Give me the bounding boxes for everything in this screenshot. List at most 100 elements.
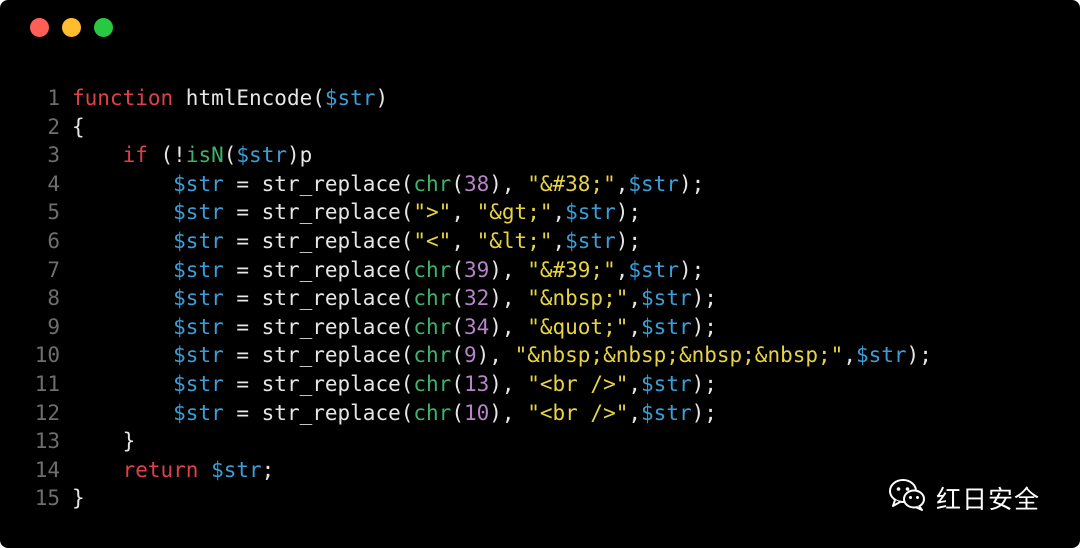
close-button[interactable] bbox=[30, 18, 49, 37]
code-token-plain: ), bbox=[489, 314, 528, 339]
code-token-builtin: chr bbox=[413, 171, 452, 196]
code-token-plain: ( bbox=[223, 143, 237, 168]
code-token-variable: $str bbox=[641, 314, 692, 339]
code-text: $str = str_replace(chr(38), "&#38;",$str… bbox=[72, 170, 704, 199]
window-controls bbox=[30, 18, 113, 37]
code-token-plain: ); bbox=[691, 400, 717, 425]
code-token-plain: = str_replace( bbox=[223, 286, 414, 311]
code-line: 5 $str = str_replace(">", "&gt;",$str); bbox=[0, 198, 1080, 227]
code-token-plain: ( bbox=[451, 171, 464, 196]
code-token-builtin: chr bbox=[413, 400, 452, 425]
code-token-plain: ; bbox=[261, 457, 275, 482]
code-token-string: "<br />" bbox=[527, 400, 629, 425]
code-token-variable: $str bbox=[173, 228, 224, 253]
code-token-number: 38 bbox=[463, 171, 490, 196]
code-token-builtin: chr bbox=[413, 343, 452, 368]
code-token-keyword: return bbox=[122, 457, 199, 482]
code-token-plain: (! bbox=[147, 143, 186, 168]
code-token-string: "&#38;" bbox=[527, 171, 616, 196]
code-line: 7 $str = str_replace(chr(39), "&#39;",$s… bbox=[0, 256, 1080, 285]
code-token-plain: , bbox=[615, 257, 629, 282]
code-line: 12 $str = str_replace(chr(10), "<br />",… bbox=[0, 399, 1080, 428]
code-line: 6 $str = str_replace("<", "&lt;",$str); bbox=[0, 227, 1080, 256]
code-token-plain: } bbox=[72, 486, 85, 511]
code-token-plain: ( bbox=[451, 314, 464, 339]
code-token-plain: ); bbox=[678, 257, 705, 282]
code-token-string: "&nbsp;" bbox=[527, 286, 629, 311]
code-token-variable: $str bbox=[173, 257, 224, 282]
code-text: $str = str_replace(chr(39), "&#39;",$str… bbox=[72, 256, 704, 285]
line-number: 3 bbox=[47, 143, 60, 168]
code-token-variable: $str bbox=[236, 143, 287, 168]
code-token-string: "&#39;" bbox=[527, 257, 616, 282]
code-line: 13 } bbox=[0, 427, 1080, 456]
code-token-variable: $str bbox=[628, 257, 679, 282]
code-token-plain: ); bbox=[691, 314, 717, 339]
line-number: 10 bbox=[34, 343, 60, 368]
code-token-variable: $str bbox=[173, 400, 224, 425]
code-block: 1 function htmlEncode($str) 2{3 if (!isN($… bbox=[0, 84, 1080, 513]
wechat-icon bbox=[888, 478, 926, 517]
code-token-keyword: function bbox=[72, 86, 174, 110]
code-token-plain: ( bbox=[451, 371, 464, 396]
minimize-button[interactable] bbox=[62, 18, 81, 37]
code-token-number: 9 bbox=[463, 343, 477, 368]
code-token-string: "&quot;" bbox=[527, 314, 629, 339]
code-token-variable: $str bbox=[173, 286, 224, 311]
line-number: 13 bbox=[34, 429, 60, 454]
code-token-number: 34 bbox=[463, 314, 490, 339]
code-token-string: "&lt;" bbox=[476, 228, 553, 253]
code-token-plain: { bbox=[72, 114, 85, 139]
code-token-number: 10 bbox=[463, 400, 490, 425]
code-token-plain: = str_replace( bbox=[223, 200, 414, 225]
code-line: 8 $str = str_replace(chr(32), "&nbsp;",$… bbox=[0, 284, 1080, 313]
code-token-plain: , bbox=[628, 286, 642, 311]
code-line: 10 $str = str_replace(chr(9), "&nbsp;&nb… bbox=[0, 341, 1080, 370]
code-token-builtin: chr bbox=[413, 314, 452, 339]
code-token-plain: htmlEncode( bbox=[173, 86, 325, 110]
line-number: 14 bbox=[34, 457, 60, 482]
code-token-plain: } bbox=[72, 429, 136, 454]
code-line: 3 if (!isN($str)p bbox=[0, 141, 1080, 170]
code-token-plain: , bbox=[451, 228, 477, 253]
line-number: 2 bbox=[47, 114, 60, 139]
code-text: $str = str_replace(chr(32), "&nbsp;",$st… bbox=[72, 284, 717, 313]
code-token-plain: = str_replace( bbox=[223, 228, 414, 253]
code-token-variable: $str bbox=[855, 343, 907, 368]
code-token-plain: , bbox=[843, 343, 856, 368]
code-token-plain: , bbox=[552, 200, 566, 225]
code-text: $str = str_replace(">", "&gt;",$str); bbox=[72, 198, 641, 227]
code-token-variable: $str bbox=[173, 371, 224, 396]
code-token-number: 13 bbox=[463, 371, 490, 396]
code-text: function htmlEncode($str) bbox=[72, 84, 388, 113]
code-token-variable: $str bbox=[628, 171, 679, 196]
code-token-plain: , bbox=[451, 200, 477, 225]
code-token-keyword: if bbox=[122, 143, 148, 168]
code-token-builtin: isN bbox=[185, 143, 224, 168]
code-token-plain: = str_replace( bbox=[223, 400, 414, 425]
code-line: 9 $str = str_replace(chr(34), "&quot;",$… bbox=[0, 313, 1080, 342]
code-token-plain: , bbox=[552, 228, 566, 253]
code-token-builtin: chr bbox=[413, 286, 452, 311]
line-number: 6 bbox=[47, 228, 60, 253]
code-token-variable: $str bbox=[173, 171, 224, 196]
code-token-number: 32 bbox=[463, 286, 490, 311]
code-token-plain: ), bbox=[489, 371, 528, 396]
code-token-plain: ( bbox=[451, 343, 464, 368]
line-number: 12 bbox=[34, 400, 60, 425]
code-token-plain: ), bbox=[489, 286, 528, 311]
code-text: $str = str_replace(chr(13), "<br />",$st… bbox=[72, 370, 717, 399]
code-token-plain: = str_replace( bbox=[223, 257, 414, 282]
maximize-button[interactable] bbox=[94, 18, 113, 37]
code-token-variable: $str bbox=[173, 200, 224, 225]
code-token-plain: = str_replace( bbox=[223, 371, 414, 396]
